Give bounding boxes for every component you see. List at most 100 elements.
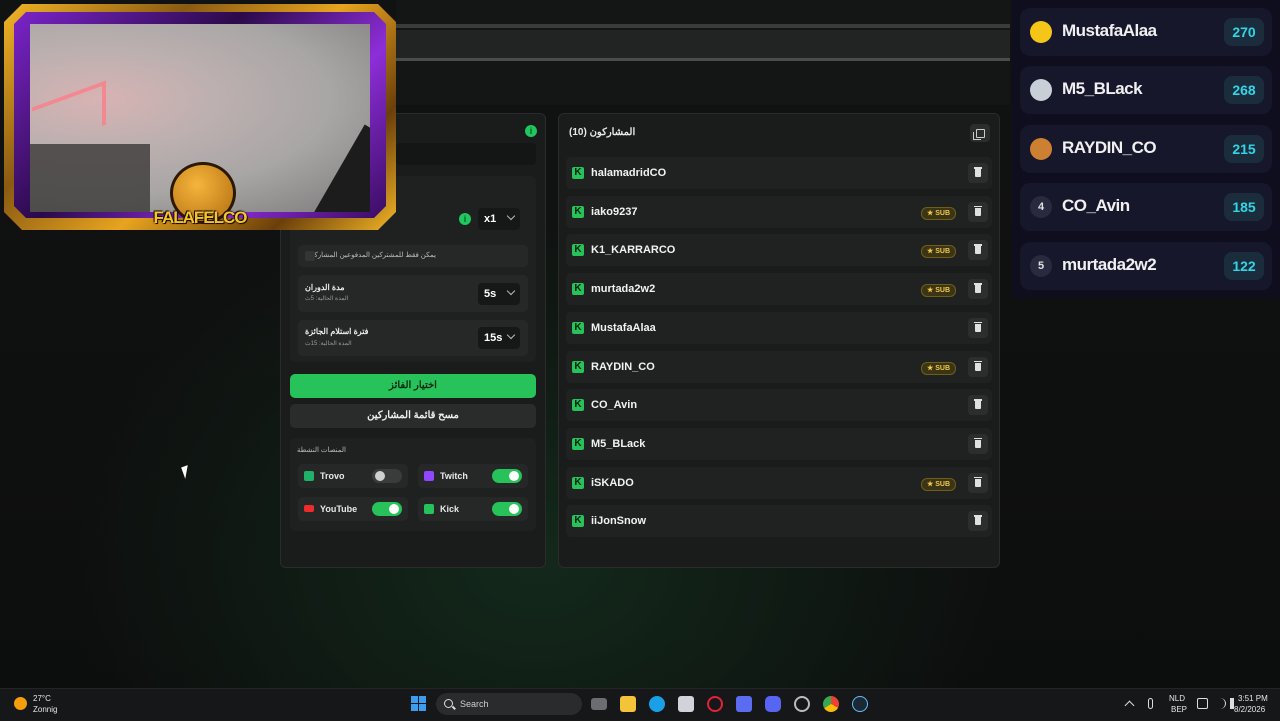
delete-participant-button[interactable] <box>968 511 988 532</box>
rank-badge: 4 <box>1030 196 1052 219</box>
participant-row: Kiako9237 ★ SUB <box>566 195 992 228</box>
subs-only-option[interactable]: يمكن فقط للمشتركين المدفوعين المشاركة <box>298 245 528 267</box>
youtube-toggle[interactable] <box>372 502 402 516</box>
app-icon[interactable] <box>736 696 752 712</box>
participants-title: المشاركون (10) <box>569 127 636 138</box>
delete-participant-button[interactable] <box>968 433 988 454</box>
pick-winner-button[interactable]: اختيار الفائز <box>290 374 536 398</box>
keyboard-layout[interactable]: BEP <box>1171 705 1187 714</box>
gold-medal-icon <box>1030 21 1052 43</box>
falafelco-logo: FALAFELCO <box>150 162 250 248</box>
leaderboard-name: RAYDIN_CO <box>1062 137 1157 157</box>
chatgpt-icon[interactable] <box>794 696 810 712</box>
delete-participant-button[interactable] <box>968 472 988 493</box>
leaderboard-score: 122 <box>1224 251 1264 280</box>
platform-youtube: YouTube <box>298 497 408 521</box>
trash-icon <box>974 476 982 487</box>
spin-duration-select[interactable]: 5s <box>478 283 520 305</box>
clock-time[interactable]: 3:51 PM <box>1238 694 1268 703</box>
delete-participant-button[interactable] <box>968 201 988 222</box>
trash-icon <box>974 244 982 255</box>
leaderboard-name: CO_Avin <box>1062 196 1130 216</box>
kick-icon: K <box>572 205 584 218</box>
leaderboard-row: MustafaAlaa 270 <box>1020 8 1272 56</box>
kick-icon: K <box>572 360 584 373</box>
spin-duration-current: المدة الحالية: 5ث <box>305 296 349 302</box>
opera-icon[interactable] <box>707 696 723 712</box>
leaderboard-score: 270 <box>1224 18 1264 46</box>
leaderboard-name: M5_BLack <box>1062 79 1143 99</box>
claim-period-title: فترة استلام الجائزة <box>305 327 369 336</box>
kick-icon: K <box>572 515 584 528</box>
microphone-icon[interactable] <box>1148 698 1153 709</box>
weather-temp: 27°C <box>33 694 51 703</box>
participant-name: halamadridCO <box>591 167 667 179</box>
chevron-down-icon <box>506 286 516 296</box>
youtube-icon <box>304 505 314 512</box>
store-icon[interactable] <box>678 696 694 712</box>
kick-icon: K <box>572 244 584 257</box>
multiplier-select[interactable]: x1 <box>478 208 520 230</box>
bronze-medal-icon <box>1030 137 1052 160</box>
trash-icon <box>974 515 982 526</box>
claim-period-current: المدة الحالية: 15ث <box>305 341 352 347</box>
copy-list-button[interactable] <box>970 124 990 142</box>
participant-name: RAYDIN_CO <box>591 360 655 373</box>
display-icon[interactable] <box>1197 698 1208 709</box>
rank-badge: 5 <box>1030 254 1052 277</box>
kick-icon: K <box>572 399 584 412</box>
leaderboard-score: 268 <box>1224 76 1264 105</box>
sub-badge: ★ SUB <box>920 477 956 491</box>
weather-sun-icon[interactable] <box>14 697 27 710</box>
leaderboard-row: RAYDIN_CO 215 <box>1020 124 1272 173</box>
task-view-icon[interactable] <box>591 698 607 710</box>
copy-icon <box>973 129 985 140</box>
edge-icon[interactable] <box>649 696 665 712</box>
leaderboard-row: 5 murtada2w2 122 <box>1020 241 1272 290</box>
participant-name: MustafaAlaa <box>591 321 656 334</box>
participant-name: iiJonSnow <box>591 515 646 528</box>
lang-code[interactable]: NLD <box>1169 694 1185 703</box>
subs-only-label: يمكن فقط للمشتركين المدفوعين المشاركة <box>310 252 436 259</box>
chrome-icon[interactable] <box>823 696 839 712</box>
silver-medal-icon <box>1030 79 1052 102</box>
wifi-icon[interactable] <box>1214 698 1226 709</box>
leaderboard-name: MustafaAlaa <box>1062 21 1157 40</box>
weather-desc: Zonnig <box>33 705 58 714</box>
discord-icon[interactable] <box>765 696 781 712</box>
claim-period-select[interactable]: 15s <box>478 327 520 349</box>
twitch-toggle[interactable] <box>492 469 522 483</box>
delete-participant-button[interactable] <box>968 317 988 338</box>
delete-participant-button[interactable] <box>968 356 988 377</box>
participant-row: Kmurtada2w2 ★ SUB <box>566 273 992 306</box>
delete-participant-button[interactable] <box>968 395 988 416</box>
participant-name: M5_BLack <box>591 437 646 450</box>
participant-row: K M5_BLack <box>566 427 992 460</box>
trash-icon <box>974 399 982 410</box>
info-icon[interactable]: i <box>525 125 537 137</box>
trash-icon <box>974 321 982 332</box>
subs-only-checkbox[interactable] <box>305 251 315 261</box>
chevron-down-icon <box>506 211 516 221</box>
settings-input-bar[interactable] <box>396 143 536 165</box>
sub-badge: ★ SUB <box>920 206 956 220</box>
clear-participants-button[interactable]: مسح قائمة المشاركين <box>290 404 536 428</box>
trovo-toggle[interactable] <box>372 469 402 483</box>
kick-icon: K <box>572 283 584 296</box>
sub-badge: ★ SUB <box>920 361 956 375</box>
clock-date[interactable]: 8/2/2026 <box>1234 705 1265 714</box>
webcam-overlay: FALAFELCO <box>0 0 400 238</box>
kick-toggle[interactable] <box>492 502 522 516</box>
info-icon[interactable]: i <box>459 213 471 225</box>
delete-participant-button[interactable] <box>968 163 988 183</box>
platform-kick: Kick <box>418 497 528 521</box>
trovo-icon <box>304 471 314 481</box>
windows-start-icon[interactable] <box>411 696 427 712</box>
kick-icon: K <box>572 437 584 450</box>
file-explorer-icon[interactable] <box>620 696 636 712</box>
delete-participant-button[interactable] <box>968 279 988 300</box>
steam-icon[interactable] <box>852 696 868 712</box>
taskbar-search[interactable]: Search <box>436 693 582 715</box>
platform-trovo: Trovo <box>298 464 408 488</box>
delete-participant-button[interactable] <box>968 240 988 261</box>
